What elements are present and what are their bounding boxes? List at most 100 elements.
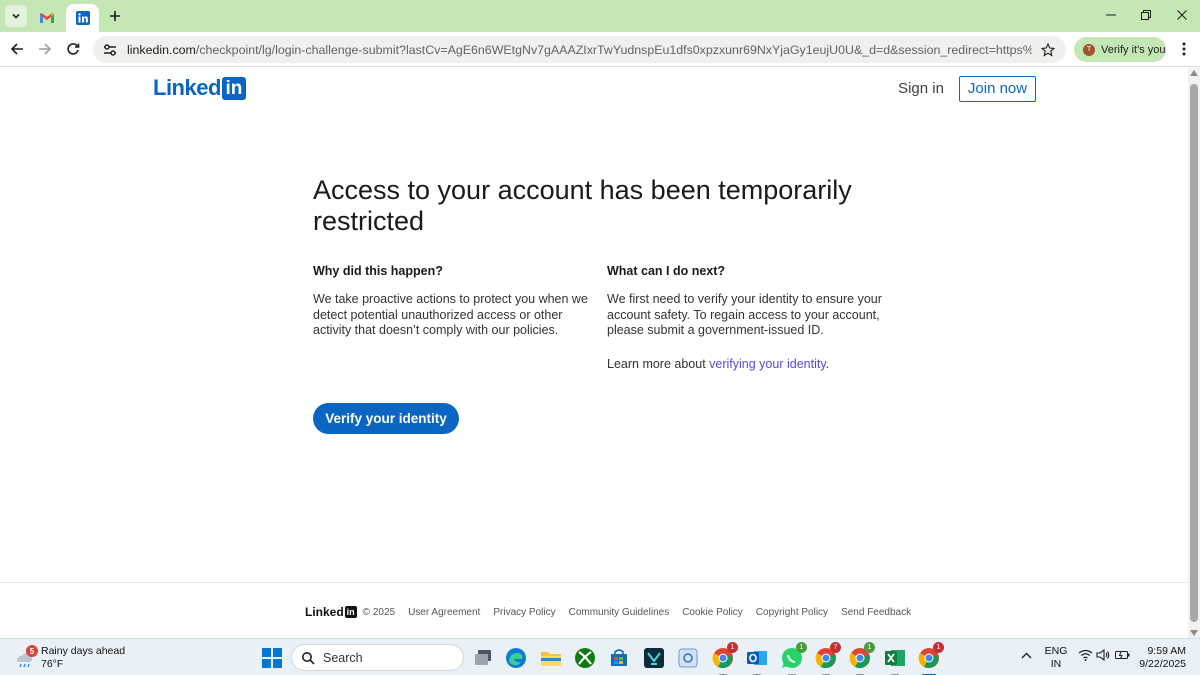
windows-start-button[interactable] xyxy=(262,648,282,668)
join-now-button[interactable]: Join now xyxy=(959,76,1036,102)
back-button[interactable] xyxy=(5,37,29,61)
input-language-indicator[interactable]: ENG IN xyxy=(1044,645,1068,671)
volume-status[interactable] xyxy=(1095,647,1111,663)
task-view-icon xyxy=(475,650,491,665)
tray-overflow-button[interactable] xyxy=(1018,647,1034,663)
reload-icon xyxy=(67,43,80,55)
weather-title: Rainy days ahead xyxy=(41,645,126,657)
footer: Linked in © 2025 User Agreement Privacy P… xyxy=(305,605,924,619)
photos-icon xyxy=(678,648,698,668)
footer-logo-box: in xyxy=(344,606,357,618)
footer-link-community-guidelines[interactable]: Community Guidelines xyxy=(569,607,670,618)
bookmark-star-button[interactable] xyxy=(1038,40,1058,60)
url-text[interactable]: linkedin.com/checkpoint/lg/login-challen… xyxy=(127,43,1032,57)
tab-gmail[interactable] xyxy=(33,4,61,32)
taskbar-file-explorer[interactable] xyxy=(539,646,563,670)
taskbar-whatsapp[interactable]: 1 xyxy=(780,642,807,675)
footer-link-cookie-policy[interactable]: Cookie Policy xyxy=(682,607,743,618)
taskbar-clock[interactable]: 9:59 AM 9/22/2025 xyxy=(1136,645,1186,671)
battery-icon xyxy=(1114,651,1129,659)
site-info-button[interactable] xyxy=(97,39,123,61)
tab-strip xyxy=(0,0,1200,32)
chrome-4-badge: 1 xyxy=(933,642,944,653)
url-host: linkedin.com xyxy=(127,42,196,57)
profile-avatar: T xyxy=(1083,43,1095,56)
taskbar-chrome-1[interactable]: 1 xyxy=(711,642,738,675)
sign-in-link[interactable]: Sign in xyxy=(893,79,949,99)
windows-taskbar: 5 Rainy days ahead 76°F Search 1 1 7 1 1… xyxy=(0,638,1200,675)
close-icon xyxy=(1177,10,1187,20)
arrow-right-icon xyxy=(39,43,52,55)
clock-date: 9/22/2025 xyxy=(1139,658,1186,670)
address-bar[interactable]: linkedin.com/checkpoint/lg/login-challen… xyxy=(93,36,1066,63)
footer-link-send-feedback[interactable]: Send Feedback xyxy=(841,607,911,618)
battery-status[interactable] xyxy=(1114,647,1130,663)
footer-divider xyxy=(0,582,1188,583)
taskbar-search[interactable]: Search xyxy=(291,644,464,671)
forward-button[interactable] xyxy=(33,37,57,61)
taskbar-chrome-2[interactable]: 7 xyxy=(814,642,841,675)
taskbar-app-photos[interactable] xyxy=(676,646,700,670)
footer-link-user-agreement[interactable]: User Agreement xyxy=(408,607,480,618)
logo-wordmark: Linked xyxy=(153,75,221,100)
chrome-3-badge: 1 xyxy=(864,642,875,653)
scroll-thumb[interactable] xyxy=(1190,84,1198,622)
why-heading: Why did this happen? xyxy=(313,264,443,278)
scroll-up-arrow-icon[interactable] xyxy=(1190,70,1198,76)
windows-logo-icon xyxy=(262,648,271,657)
verifying-identity-link[interactable]: verifying your identity xyxy=(709,357,826,371)
taskbar-chrome-3[interactable]: 1 xyxy=(848,642,875,675)
restore-button[interactable] xyxy=(1128,4,1164,26)
xbox-icon xyxy=(575,648,595,668)
next-heading: What can I do next? xyxy=(607,264,726,278)
tab-search-button[interactable] xyxy=(5,5,27,27)
footer-logo[interactable]: Linked in xyxy=(305,605,357,619)
why-section: Why did this happen? We take proactive a… xyxy=(313,263,588,339)
folder-icon xyxy=(541,652,561,666)
gmail-icon xyxy=(40,13,54,23)
scroll-down-arrow-icon[interactable] xyxy=(1190,630,1198,636)
tune-icon xyxy=(104,43,116,56)
taskbar-chrome-4[interactable]: 1 xyxy=(917,642,944,675)
taskbar-outlook[interactable] xyxy=(745,646,769,675)
taskbar-excel[interactable] xyxy=(883,646,907,675)
taskbar-app-dark[interactable] xyxy=(642,646,666,670)
plus-icon xyxy=(110,11,120,21)
next-body: We first need to verify your identity to… xyxy=(607,292,882,338)
learn-more-prefix: Learn more about xyxy=(607,356,710,371)
lang-secondary: IN xyxy=(1050,658,1062,670)
wifi-status[interactable] xyxy=(1077,647,1093,663)
chevron-down-icon xyxy=(12,13,20,19)
tab-linkedin[interactable] xyxy=(66,4,99,32)
task-view-button[interactable] xyxy=(471,646,495,670)
footer-logo-wordmark: Linked xyxy=(305,605,344,619)
taskbar-store[interactable] xyxy=(607,646,631,670)
page-scrollbar[interactable] xyxy=(1188,68,1200,638)
new-tab-button[interactable] xyxy=(105,6,125,26)
chrome-1-badge: 1 xyxy=(727,642,738,653)
linkedin-logo[interactable]: Linked in xyxy=(153,76,246,100)
taskbar-search-label: Search xyxy=(323,650,363,665)
logo-in-box: in xyxy=(221,76,246,100)
browser-menu-button[interactable] xyxy=(1174,39,1194,59)
learn-more-suffix: . xyxy=(825,356,830,371)
reload-button[interactable] xyxy=(61,37,85,61)
minimize-icon xyxy=(1106,14,1116,16)
minimize-button[interactable] xyxy=(1093,4,1129,26)
close-window-button[interactable] xyxy=(1164,4,1200,26)
taskbar-edge[interactable] xyxy=(504,646,528,670)
taskbar-xbox[interactable] xyxy=(573,646,597,670)
outlook-icon xyxy=(747,651,767,665)
page-title: Access to your account has been temporar… xyxy=(313,175,852,236)
footer-link-privacy-policy[interactable]: Privacy Policy xyxy=(493,607,555,618)
profile-verify-chip[interactable]: T Verify it's you xyxy=(1074,37,1166,62)
rain-cloud-icon: 5 xyxy=(14,645,38,669)
lang-primary: ENG xyxy=(1044,645,1068,657)
weather-widget[interactable]: 5 Rainy days ahead 76°F xyxy=(14,644,125,672)
browser-toolbar: linkedin.com/checkpoint/lg/login-challen… xyxy=(0,32,1200,67)
url-path: /checkpoint/lg/login-challenge-submit?la… xyxy=(195,42,1032,57)
excel-icon xyxy=(885,650,905,666)
verify-identity-button[interactable]: Verify your identity xyxy=(313,403,459,434)
footer-link-copyright-policy[interactable]: Copyright Policy xyxy=(756,607,828,618)
search-icon xyxy=(302,651,315,665)
